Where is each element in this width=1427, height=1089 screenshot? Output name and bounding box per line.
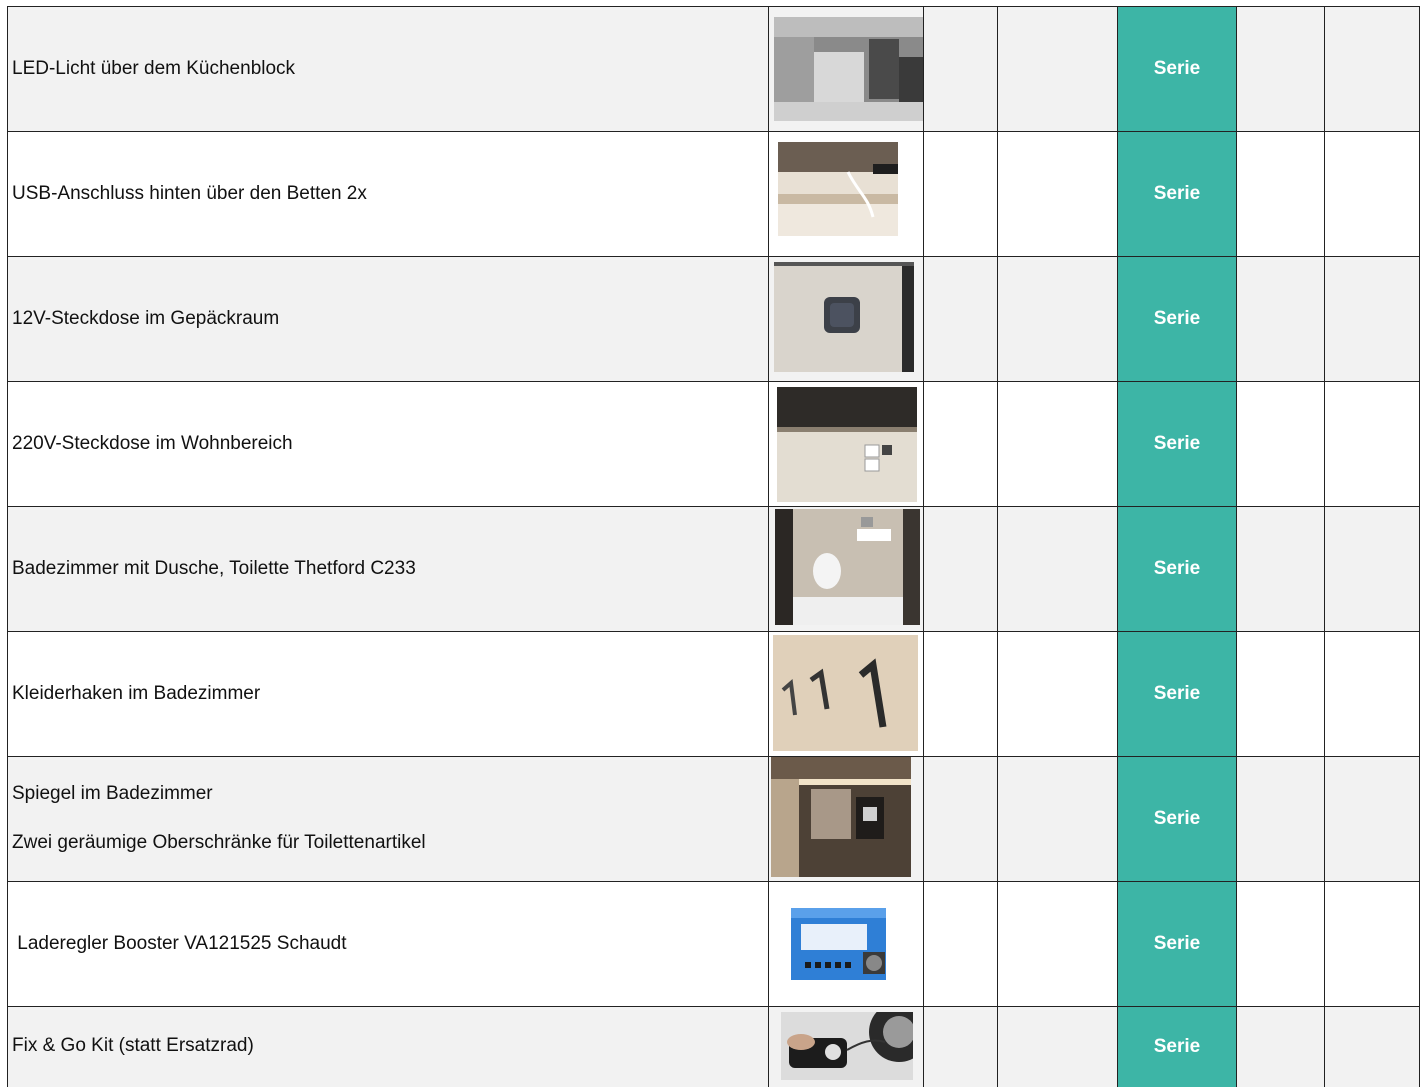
empty-cell (997, 381, 1118, 507)
empty-cell (1324, 506, 1420, 632)
feature-text: 220V-Steckdose im Wohnbereich (12, 432, 293, 454)
empty-cell (1236, 631, 1325, 757)
empty-cell (997, 6, 1118, 132)
empty-cell (1324, 6, 1420, 132)
empty-cell (1324, 131, 1420, 257)
feature-text: 12V-Steckdose im Gepäckraum (12, 307, 280, 329)
feature-text: LED-Licht über dem Küchenblock (12, 57, 296, 79)
feature-description: Fix & Go Kit (statt Ersatzrad) (7, 1006, 769, 1087)
serie-badge: Serie (1117, 6, 1237, 132)
serie-badge: Serie (1117, 506, 1237, 632)
empty-cell (1236, 506, 1325, 632)
feature-image-cell (768, 506, 924, 632)
empty-cell (1236, 381, 1325, 507)
serie-badge: Serie (1117, 256, 1237, 382)
clothes-hooks-photo (773, 635, 918, 751)
serie-badge: Serie (1117, 881, 1237, 1007)
table-row: USB-Anschluss hinten über den Betten 2x … (7, 131, 1420, 257)
feature-description: Spiegel im Badezimmer Zwei geräumige Obe… (7, 756, 769, 882)
charge-booster-photo (779, 886, 899, 1004)
table-row: 220V-Steckdose im Wohnbereich Serie (7, 381, 1420, 507)
table-row: Badezimmer mit Dusche, Toilette Thetford… (7, 506, 1420, 632)
empty-cell (923, 1006, 998, 1087)
empty-cell (997, 631, 1118, 757)
feature-text: Badezimmer mit Dusche, Toilette Thetford… (12, 557, 416, 579)
empty-cell (997, 756, 1118, 882)
empty-cell (997, 506, 1118, 632)
serie-badge: Serie (1117, 756, 1237, 882)
serie-badge: Serie (1117, 631, 1237, 757)
empty-cell (1324, 381, 1420, 507)
table-row: 12V-Steckdose im Gepäckraum Serie (7, 256, 1420, 382)
empty-cell (1324, 756, 1420, 882)
feature-image-cell (768, 381, 924, 507)
empty-cell (997, 1006, 1118, 1087)
empty-cell (923, 756, 998, 882)
empty-cell (1324, 881, 1420, 1007)
empty-cell (1236, 131, 1325, 257)
empty-cell (923, 631, 998, 757)
feature-text: Laderegler Booster VA121525 Schaudt (12, 932, 347, 954)
empty-cell (923, 881, 998, 1007)
empty-cell (923, 256, 998, 382)
empty-cell (997, 131, 1118, 257)
empty-cell (1324, 256, 1420, 382)
feature-image-cell (768, 881, 924, 1007)
empty-cell (997, 881, 1118, 1007)
feature-image-cell (768, 256, 924, 382)
feature-image-cell (768, 1006, 924, 1087)
table-row: Laderegler Booster VA121525 Schaudt Seri… (7, 881, 1420, 1007)
feature-description: 12V-Steckdose im Gepäckraum (7, 256, 769, 382)
feature-description: Laderegler Booster VA121525 Schaudt (7, 881, 769, 1007)
serie-badge: Serie (1117, 131, 1237, 257)
empty-cell (923, 6, 998, 132)
empty-cell (923, 381, 998, 507)
table-row: Kleiderhaken im Badezimmer Serie (7, 631, 1420, 757)
empty-cell (1236, 881, 1325, 1007)
empty-cell (1324, 1006, 1420, 1087)
empty-cell (997, 256, 1118, 382)
feature-description: 220V-Steckdose im Wohnbereich (7, 381, 769, 507)
feature-description: USB-Anschluss hinten über den Betten 2x (7, 131, 769, 257)
feature-text: Kleiderhaken im Badezimmer (12, 682, 261, 704)
table-row: LED-Licht über dem Küchenblock Serie (7, 6, 1420, 132)
feature-image-cell (768, 131, 924, 257)
van-interior-photo (774, 17, 923, 121)
feature-text: Fix & Go Kit (statt Ersatzrad) (12, 1035, 254, 1057)
empty-cell (923, 506, 998, 632)
feature-text: Zwei geräumige Oberschränke für Toilette… (12, 832, 426, 853)
usb-port-photo (778, 142, 898, 236)
empty-cell (1236, 256, 1325, 382)
bathroom-photo (775, 509, 920, 625)
feature-image-cell (768, 6, 924, 132)
table-row: Spiegel im Badezimmer Zwei geräumige Obe… (7, 756, 1420, 882)
table-row: Fix & Go Kit (statt Ersatzrad) Serie (7, 1006, 1420, 1087)
empty-cell (1236, 6, 1325, 132)
empty-cell (1324, 631, 1420, 757)
feature-image-cell (768, 631, 924, 757)
serie-badge: Serie (1117, 381, 1237, 507)
feature-image-cell (768, 756, 924, 882)
feature-description: Kleiderhaken im Badezimmer (7, 631, 769, 757)
220v-socket-photo (777, 387, 917, 502)
empty-cell (1236, 1006, 1325, 1087)
feature-text: USB-Anschluss hinten über den Betten 2x (12, 182, 367, 204)
serie-badge: Serie (1117, 1006, 1237, 1087)
mirror-cabinet-photo (771, 757, 911, 877)
equipment-table: LED-Licht über dem Küchenblock Serie USB… (7, 6, 1420, 1087)
empty-cell (1236, 756, 1325, 882)
feature-text: Spiegel im Badezimmer (12, 783, 213, 805)
empty-cell (923, 131, 998, 257)
12v-socket-photo (774, 262, 914, 372)
feature-description: Badezimmer mit Dusche, Toilette Thetford… (7, 506, 769, 632)
fix-go-kit-photo (781, 1012, 913, 1080)
feature-description: LED-Licht über dem Küchenblock (7, 6, 769, 132)
